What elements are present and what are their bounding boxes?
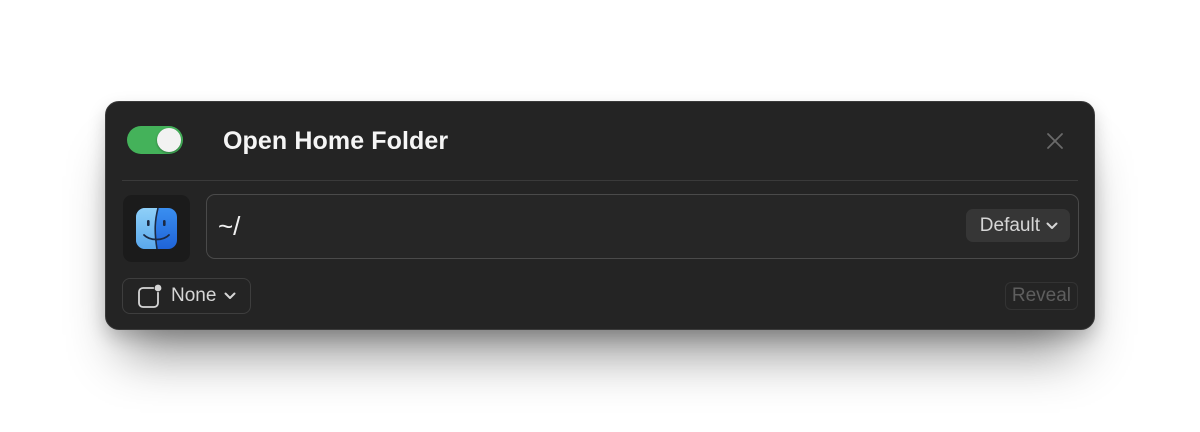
hotkey-dropdown[interactable]: None: [122, 278, 252, 314]
close-icon: [1047, 133, 1063, 149]
hotkey-icon: [138, 283, 163, 308]
app-icon-button[interactable]: [123, 195, 190, 262]
path-value: ~/: [218, 211, 241, 241]
finder-icon: [136, 208, 177, 249]
reveal-button[interactable]: Reveal: [1004, 282, 1078, 310]
path-input[interactable]: ~/ Default: [206, 194, 1079, 259]
chevron-down-icon: [224, 292, 236, 299]
command-editor-panel: Open Home Folder ~/ Default None Reveal: [105, 101, 1095, 330]
stage: Open Home Folder ~/ Default None Reveal: [0, 0, 1200, 432]
hotkey-label: None: [171, 285, 217, 306]
open-with-label: Default: [979, 214, 1040, 236]
toggle-knob: [157, 128, 181, 152]
command-title: Open Home Folder: [223, 127, 449, 155]
header-divider: [122, 180, 1078, 181]
close-button[interactable]: [1044, 130, 1066, 152]
enabled-toggle[interactable]: [127, 126, 183, 154]
chevron-down-icon: [1046, 222, 1058, 229]
open-with-dropdown[interactable]: Default: [965, 209, 1070, 242]
